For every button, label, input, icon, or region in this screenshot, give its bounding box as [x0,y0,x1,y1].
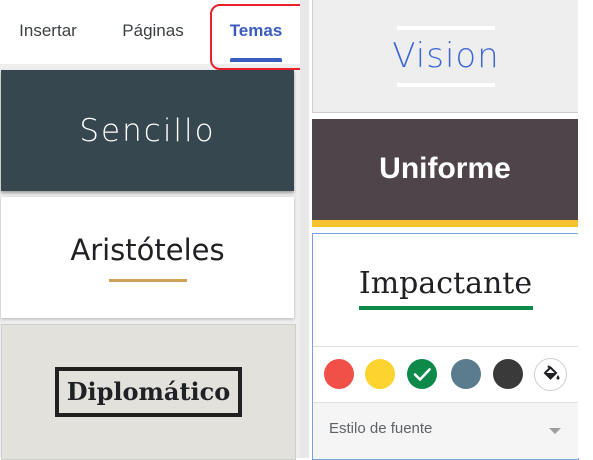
theme-card-uniforme[interactable]: Uniforme [312,119,578,227]
theme-accent-bar [312,220,578,227]
theme-preview-impactante[interactable]: Impactante [313,234,578,342]
theme-name: Uniforme [379,152,511,185]
theme-card-vision[interactable]: Vision [312,0,580,113]
theme-name: Vision [392,35,500,76]
color-swatch-green[interactable] [407,359,437,389]
color-swatch-red[interactable] [324,359,354,389]
font-style-dropdown[interactable]: Estilo de fuente [313,403,578,459]
theme-card-impactante: Impactante Estilo de fuente [312,233,579,460]
tab-bar: Insertar Páginas Temas [0,0,315,70]
tab-temas[interactable]: Temas [222,0,290,62]
divider [313,346,578,347]
theme-card-diplomatico[interactable]: Diplomático [1,324,296,460]
theme-card-sencillo[interactable]: Sencillo [1,70,294,191]
color-swatch-slate[interactable] [451,359,481,389]
tab-insertar[interactable]: Insertar [10,0,86,62]
tab-paginas[interactable]: Páginas [114,0,192,62]
paint-bucket-icon [543,365,560,380]
theme-card-aristoteles[interactable]: Aristóteles [1,197,294,318]
theme-accent-rule [108,279,187,282]
theme-name: Diplomático [66,377,231,406]
theme-title-frame: Diplomático [54,367,243,417]
theme-name: Impactante [358,266,533,301]
color-swatch-charcoal[interactable] [493,359,523,389]
theme-name: Sencillo [79,112,216,149]
panel-divider [300,0,309,458]
theme-accent-rule [397,82,495,87]
active-tab-indicator [230,58,282,62]
theme-accent-rule [397,25,495,30]
custom-color-button[interactable] [534,358,567,391]
theme-accent-rule [358,306,533,310]
scrollbar-track[interactable] [578,0,593,458]
check-icon [413,368,431,381]
theme-name: Aristóteles [70,233,225,267]
chevron-down-icon [549,428,561,434]
color-swatch-yellow[interactable] [365,359,395,389]
font-style-placeholder: Estilo de fuente [329,420,433,437]
